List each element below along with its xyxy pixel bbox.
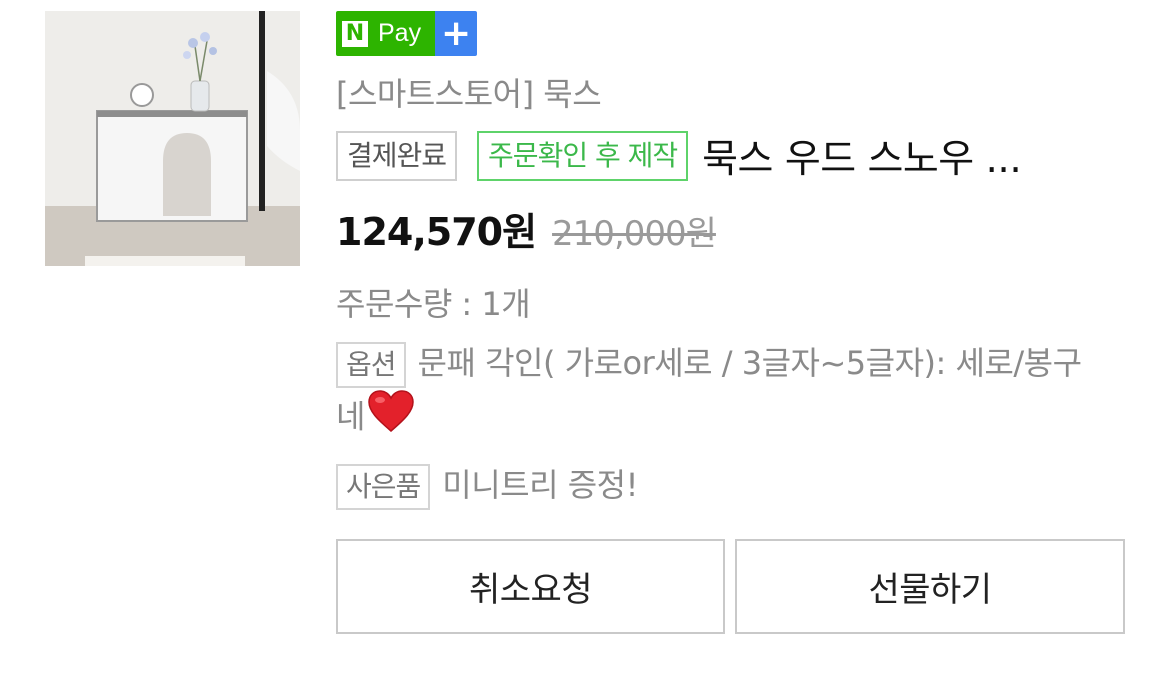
store-name[interactable]: [스마트스토어] 묵스 xyxy=(336,69,602,115)
npay-plus-badge: N Pay + xyxy=(336,11,478,56)
send-gift-button[interactable]: 선물하기 xyxy=(735,539,1125,634)
gift-text: 미니트리 증정! xyxy=(442,466,638,504)
product-title-row: 결제완료 주문확인 후 제작 묵스 우드 스노우 ... xyxy=(336,125,1022,187)
plus-icon: + xyxy=(435,11,478,56)
cancel-request-button[interactable]: 취소요청 xyxy=(336,539,725,634)
order-quantity: 주문수량 : 1개 xyxy=(336,285,531,323)
heart-icon xyxy=(367,389,415,448)
option-tag: 옵션 xyxy=(336,342,406,388)
original-price: 210,000원 xyxy=(552,214,717,254)
option-line: 옵션 문패 각인( 가로or세로 / 3글자~5글자): 세로/봉구네 xyxy=(336,337,1096,448)
npay-pay-label: Pay xyxy=(378,19,422,47)
option-text: 문패 각인( 가로or세로 / 3글자~5글자): 세로/봉구네 xyxy=(336,344,1082,436)
gift-line: 사은품 미니트리 증정! xyxy=(336,459,638,511)
payment-status-badge: 결제완료 xyxy=(336,131,458,181)
npay-n-logo: N xyxy=(342,20,368,47)
production-status-badge: 주문확인 후 제작 xyxy=(477,131,689,181)
npay-n-block: N Pay xyxy=(336,11,436,56)
gift-tag: 사은품 xyxy=(336,464,431,510)
sale-price: 124,570원 xyxy=(336,210,537,254)
product-thumbnail[interactable] xyxy=(45,11,300,266)
product-name[interactable]: 묵스 우드 스노우 ... xyxy=(702,128,1022,184)
price-row: 124,570원 210,000원 xyxy=(336,201,717,256)
